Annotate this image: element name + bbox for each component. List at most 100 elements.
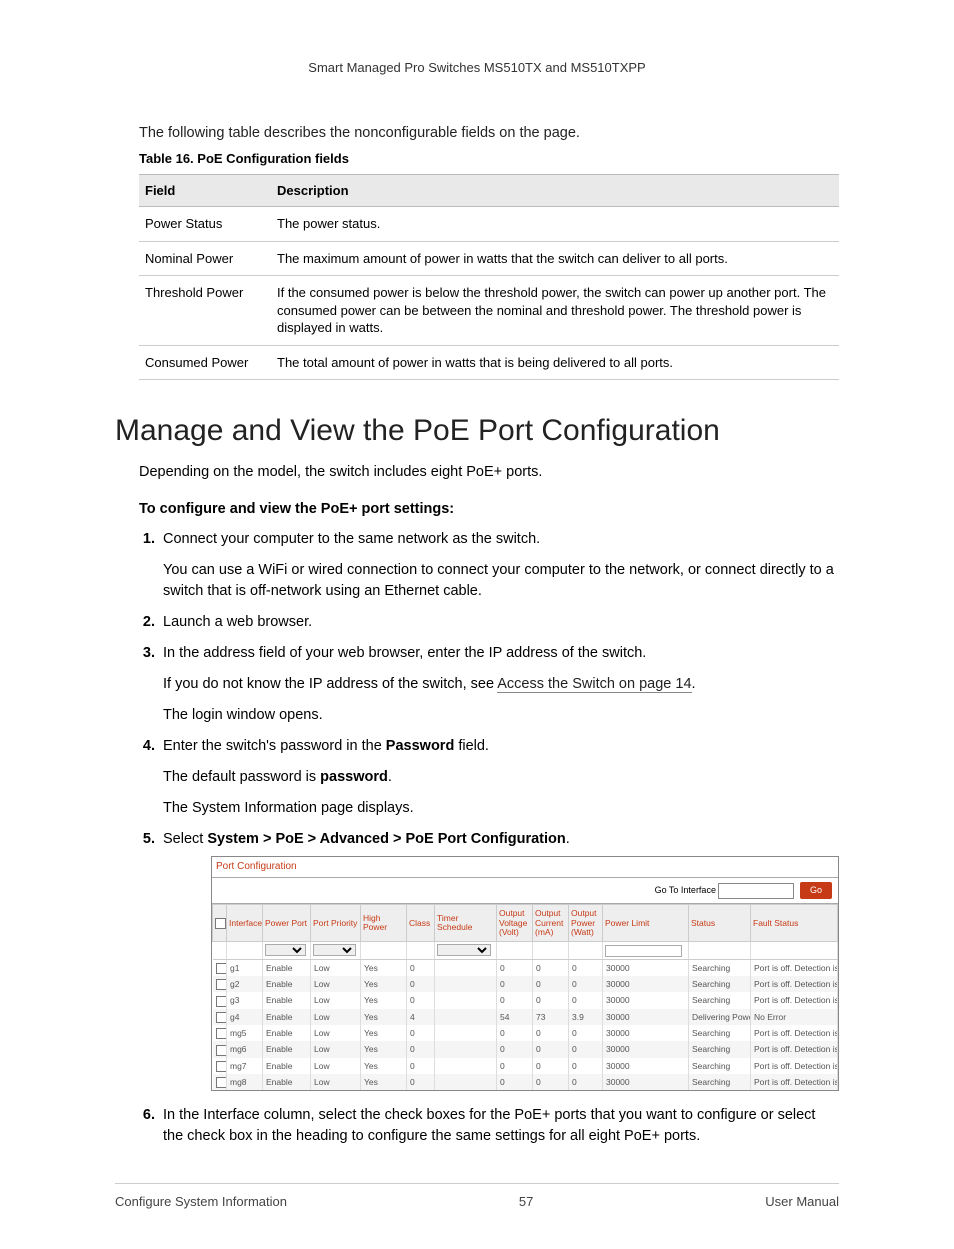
port-priority-select[interactable]	[313, 944, 356, 956]
th-output-power: Output Power (Watt)	[569, 905, 603, 942]
cell-status: Searching	[689, 1074, 751, 1090]
text: .	[388, 769, 392, 785]
checkbox-icon[interactable]	[216, 979, 227, 990]
th-field: Field	[139, 175, 271, 207]
cell-fault: Port is off. Detection is in process	[751, 992, 838, 1008]
cell-timer	[435, 992, 497, 1008]
cell-voltage: 54	[497, 1009, 533, 1025]
th-output-voltage: Output Voltage (Volt)	[497, 905, 533, 942]
go-button[interactable]: Go	[800, 882, 832, 899]
cell-desc: The maximum amount of power in watts tha…	[271, 241, 839, 276]
text: .	[692, 676, 696, 692]
cell-timer	[435, 1025, 497, 1041]
cell-limit: 30000	[603, 1058, 689, 1074]
th-port-priority: Port Priority	[311, 905, 361, 942]
goto-interface-input[interactable]	[718, 883, 794, 899]
cell-current: 0	[533, 1058, 569, 1074]
step-1: Connect your computer to the same networ…	[159, 529, 839, 602]
cell-interface: mg6	[227, 1041, 263, 1057]
checkbox-icon[interactable]	[215, 918, 226, 929]
power-port-select[interactable]	[265, 944, 306, 956]
cell-status: Searching	[689, 992, 751, 1008]
cell-limit: 30000	[603, 976, 689, 992]
checkbox-icon[interactable]	[216, 996, 227, 1007]
cell-fault: No Error	[751, 1009, 838, 1025]
cell-interface: g4	[227, 1009, 263, 1025]
cell-power-port: Enable	[263, 1009, 311, 1025]
th-description: Description	[271, 175, 839, 207]
cell-current: 0	[533, 1041, 569, 1057]
table-row: Nominal PowerThe maximum amount of power…	[139, 241, 839, 276]
cell-interface: mg8	[227, 1074, 263, 1090]
section-intro: Depending on the model, the switch inclu…	[139, 462, 839, 482]
cell-power: 0	[569, 1058, 603, 1074]
cell-limit: 30000	[603, 1009, 689, 1025]
intro-paragraph: The following table describes the noncon…	[139, 125, 839, 141]
table-row: g4EnableLowYes454733.930000Delivering Po…	[213, 1009, 838, 1025]
step-paragraph: The default password is password.	[163, 767, 839, 788]
cell-priority: Low	[311, 1009, 361, 1025]
checkbox-icon[interactable]	[216, 1012, 227, 1023]
power-limit-input[interactable]	[605, 945, 682, 957]
cell-timer	[435, 959, 497, 976]
cell-limit: 30000	[603, 992, 689, 1008]
procedure-heading: To configure and view the PoE+ port sett…	[139, 501, 839, 517]
th-select-all[interactable]	[213, 905, 227, 942]
cell-interface: mg5	[227, 1025, 263, 1041]
cell-fault: Port is off. Detection is in process	[751, 976, 838, 992]
cell-power-port: Enable	[263, 1025, 311, 1041]
checkbox-icon[interactable]	[216, 1061, 227, 1072]
cell-power: 0	[569, 1041, 603, 1057]
cell-field: Threshold Power	[139, 276, 271, 346]
poe-config-fields-table: Field Description Power StatusThe power …	[139, 174, 839, 380]
xref-link[interactable]: Access the Switch on page 14	[497, 676, 691, 693]
cell-power: 0	[569, 992, 603, 1008]
th-power-port: Power Port	[263, 905, 311, 942]
cell-field: Power Status	[139, 207, 271, 242]
cell-high-power: Yes	[361, 1074, 407, 1090]
cell-timer	[435, 976, 497, 992]
cell-priority: Low	[311, 959, 361, 976]
bold-text: Password	[386, 738, 455, 754]
cell-class: 0	[407, 1025, 435, 1041]
cell-priority: Low	[311, 976, 361, 992]
cell-high-power: Yes	[361, 992, 407, 1008]
checkbox-icon[interactable]	[216, 1028, 227, 1039]
cell-limit: 30000	[603, 1074, 689, 1090]
cell-status: Searching	[689, 976, 751, 992]
text: If you do not know the IP address of the…	[163, 676, 497, 692]
cell-fault: Port is off. Detection is in process	[751, 959, 838, 976]
footer-right: User Manual	[765, 1194, 839, 1209]
text: The default password is	[163, 769, 320, 785]
cell-current: 0	[533, 959, 569, 976]
cell-power-port: Enable	[263, 1058, 311, 1074]
cell-status: Searching	[689, 959, 751, 976]
cell-voltage: 0	[497, 992, 533, 1008]
cell-timer	[435, 1074, 497, 1090]
cell-power-port: Enable	[263, 1074, 311, 1090]
cell-power: 0	[569, 976, 603, 992]
cell-class: 0	[407, 1074, 435, 1090]
text: Enter the switch's password in the	[163, 738, 386, 754]
goto-label: Go To Interface	[655, 885, 716, 895]
bold-text: System > PoE > Advanced > PoE Port Confi…	[207, 831, 565, 847]
page-footer: Configure System Information 57 User Man…	[115, 1183, 839, 1209]
checkbox-icon[interactable]	[216, 1045, 227, 1056]
checkbox-icon[interactable]	[216, 963, 227, 974]
timer-schedule-select[interactable]	[437, 944, 491, 956]
filter-row	[213, 942, 838, 960]
port-config-table: Interface Power Port Port Priority High …	[212, 904, 838, 1090]
cell-current: 0	[533, 992, 569, 1008]
cell-priority: Low	[311, 1058, 361, 1074]
th-interface: Interface	[227, 905, 263, 942]
cell-priority: Low	[311, 1041, 361, 1057]
cell-power-port: Enable	[263, 959, 311, 976]
table-row: mg8EnableLowYes000030000SearchingPort is…	[213, 1074, 838, 1090]
cell-voltage: 0	[497, 959, 533, 976]
checkbox-icon[interactable]	[216, 1077, 227, 1088]
table-row: Power StatusThe power status.	[139, 207, 839, 242]
text: Select	[163, 831, 207, 847]
cell-power: 0	[569, 1025, 603, 1041]
panel-topbar: Go To Interface Go	[212, 878, 838, 904]
cell-interface: g1	[227, 959, 263, 976]
